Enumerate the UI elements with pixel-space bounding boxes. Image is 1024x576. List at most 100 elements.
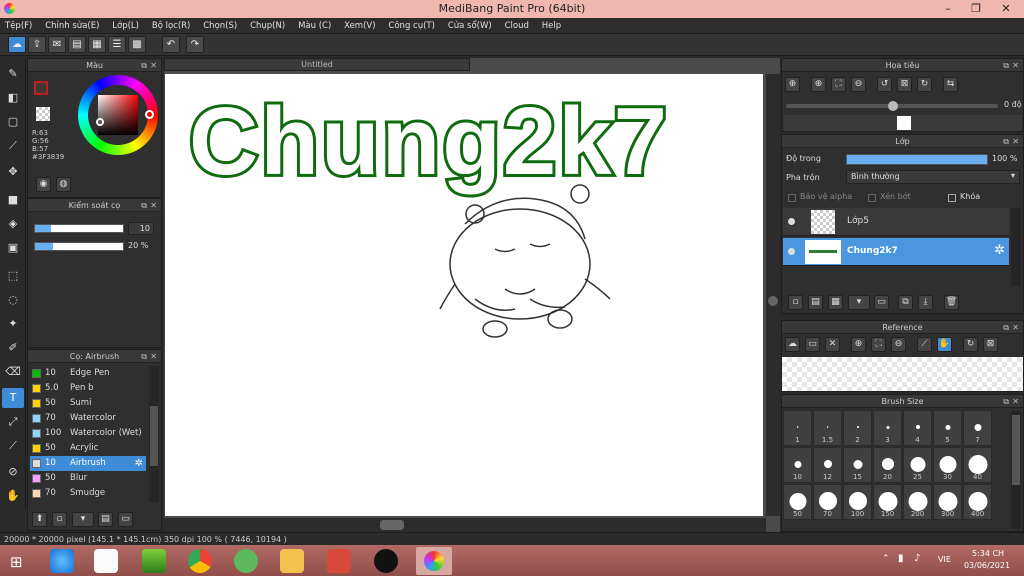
zoom-out-icon[interactable]: ⊖: [891, 337, 906, 352]
menu-tools[interactable]: Công cụ(T): [383, 18, 440, 34]
duplicate-layer-icon[interactable]: ⧉: [898, 295, 913, 310]
menu-window[interactable]: Cửa sổ(W): [443, 18, 497, 34]
brush-size-cell[interactable]: 2: [843, 410, 872, 446]
brush-size-cell[interactable]: 12: [813, 447, 842, 483]
chrome-icon[interactable]: [188, 549, 212, 573]
text-tool-icon[interactable]: T: [2, 388, 24, 408]
brush-folder-icon[interactable]: ▭: [118, 512, 133, 527]
undock-icon[interactable]: ⧉: [1003, 321, 1009, 334]
folder-icon[interactable]: ▭: [874, 295, 889, 310]
menu-snap[interactable]: Chụp(N): [245, 18, 290, 34]
lock-checkbox[interactable]: [948, 194, 956, 202]
close-reference-icon[interactable]: ✕: [825, 337, 840, 352]
flip-icon[interactable]: ⇆: [943, 77, 958, 92]
close-panel-icon[interactable]: ✕: [1012, 59, 1019, 72]
brush-item[interactable]: 50 Acrylic: [30, 441, 146, 456]
volume-icon[interactable]: ♪: [914, 553, 920, 564]
select-tool-icon[interactable]: ⬚: [2, 266, 24, 286]
brush-item[interactable]: 100 Watercolor (Wet): [30, 426, 146, 441]
rectangle-tool-icon[interactable]: ▢: [2, 112, 24, 132]
brush-size-cell[interactable]: 4: [903, 410, 932, 446]
brush-item[interactable]: 50 Blur: [30, 471, 146, 486]
eyedropper-icon[interactable]: ⊘: [2, 462, 24, 482]
clipping-checkbox[interactable]: [868, 194, 876, 202]
zoom-in-step-icon[interactable]: ⊕: [811, 77, 826, 92]
brush-item[interactable]: 10 Edge Pen: [30, 366, 146, 381]
undock-icon[interactable]: ⧉: [141, 350, 147, 363]
blend-mode-select[interactable]: Bình thường ▾: [846, 170, 1020, 184]
undock-icon[interactable]: ⧉: [1003, 59, 1009, 72]
zoom-in-icon[interactable]: ⊕: [785, 77, 800, 92]
brush-size-cell[interactable]: 7: [963, 410, 992, 446]
document-icon[interactable]: ▦: [88, 36, 106, 53]
close-panel-icon[interactable]: ✕: [1012, 395, 1019, 408]
trash-icon[interactable]: 🗑: [944, 295, 959, 310]
menu-select[interactable]: Chọn(S): [198, 18, 242, 34]
close-button[interactable]: ✕: [992, 0, 1020, 18]
brush-tool-icon[interactable]: ✎: [2, 64, 24, 84]
redo-icon[interactable]: ↷: [186, 36, 204, 53]
undock-icon[interactable]: ⧉: [1003, 395, 1009, 408]
brush-size-cell[interactable]: 25: [903, 447, 932, 483]
brush-settings-icon[interactable]: ▤: [98, 512, 113, 527]
eye-icon[interactable]: [788, 248, 795, 255]
undock-icon[interactable]: ⧉: [141, 59, 147, 72]
clock-date[interactable]: 03/06/2021: [962, 561, 1012, 570]
layer-scrollbar[interactable]: [1011, 208, 1021, 286]
operation-tool-icon[interactable]: ⤢: [2, 412, 24, 432]
menu-edit[interactable]: Chỉnh sửa(E): [40, 18, 104, 34]
app-icon[interactable]: [234, 549, 258, 573]
color-wheel[interactable]: [78, 75, 158, 155]
brush-item[interactable]: 5.0 Pen b: [30, 381, 146, 396]
brush-item[interactable]: 50 Sumi: [30, 396, 146, 411]
brush-size-cell[interactable]: 1.5: [813, 410, 842, 446]
layer-opacity-slider[interactable]: [846, 154, 988, 165]
network-icon[interactable]: ▮: [898, 553, 904, 564]
open-folder-icon[interactable]: ▭: [805, 337, 820, 352]
document-tab[interactable]: Untitled: [164, 58, 470, 71]
rotate-icon[interactable]: ↻: [963, 337, 978, 352]
brush-item[interactable]: 70 Smudge: [30, 486, 146, 501]
brush-size-cell[interactable]: 150: [873, 484, 902, 520]
internet-explorer-icon[interactable]: [50, 549, 74, 573]
fit-icon[interactable]: ⛶: [871, 337, 886, 352]
minimize-button[interactable]: –: [934, 0, 962, 18]
restore-button[interactable]: ❐: [962, 0, 990, 18]
close-panel-icon[interactable]: ✕: [150, 59, 157, 72]
menu-color[interactable]: Màu (C): [293, 18, 336, 34]
hue-handle[interactable]: [145, 110, 154, 119]
new-halftone-layer-icon[interactable]: ▤: [808, 295, 823, 310]
medibang-task-button[interactable]: [416, 547, 452, 575]
magic-wand-icon[interactable]: ✦: [2, 314, 24, 334]
new-brush-icon[interactable]: ▫: [52, 512, 67, 527]
close-panel-icon[interactable]: ✕: [1012, 321, 1019, 334]
brush-size-cell[interactable]: 50: [783, 484, 812, 520]
brush-opacity-slider[interactable]: [34, 242, 124, 251]
page-icon[interactable]: ▤: [68, 36, 86, 53]
clock-time[interactable]: 5:34 CH: [968, 549, 1008, 558]
undo-icon[interactable]: ↶: [162, 36, 180, 53]
windows-start-icon[interactable]: ⊞: [10, 553, 23, 571]
lasso-tool-icon[interactable]: ◌: [2, 290, 24, 310]
gradient-tool-icon[interactable]: ▣: [2, 238, 24, 258]
comment-icon[interactable]: ✉: [48, 36, 66, 53]
new-layer-icon[interactable]: ▫: [788, 295, 803, 310]
brush-item[interactable]: 10 Airbrush ✲: [30, 456, 146, 471]
hand-tool-icon[interactable]: ✋: [2, 486, 24, 506]
menu-file[interactable]: Tệp(F): [0, 18, 37, 34]
brush-size-cell[interactable]: 15: [843, 447, 872, 483]
brush-list-scrollbar[interactable]: [149, 366, 159, 502]
eraser-tool-icon[interactable]: ◧: [2, 88, 24, 108]
reset-rotate-icon[interactable]: ⊠: [897, 77, 912, 92]
list-icon[interactable]: ☰: [108, 36, 126, 53]
protect-alpha-checkbox[interactable]: [788, 194, 796, 202]
language-indicator[interactable]: VIE: [938, 555, 951, 564]
close-panel-icon[interactable]: ✕: [150, 199, 157, 212]
palette-icon[interactable]: ◉: [36, 177, 51, 192]
menu-layer[interactable]: Lớp(L): [107, 18, 144, 34]
share-icon[interactable]: ⇪: [28, 36, 46, 53]
layer-row[interactable]: Chung2k7 ✲: [783, 238, 1009, 266]
zoom-out-icon[interactable]: ⊖: [851, 77, 866, 92]
eyedropper-icon[interactable]: ⟋: [917, 337, 932, 352]
brush-size-cell[interactable]: 30: [933, 447, 962, 483]
